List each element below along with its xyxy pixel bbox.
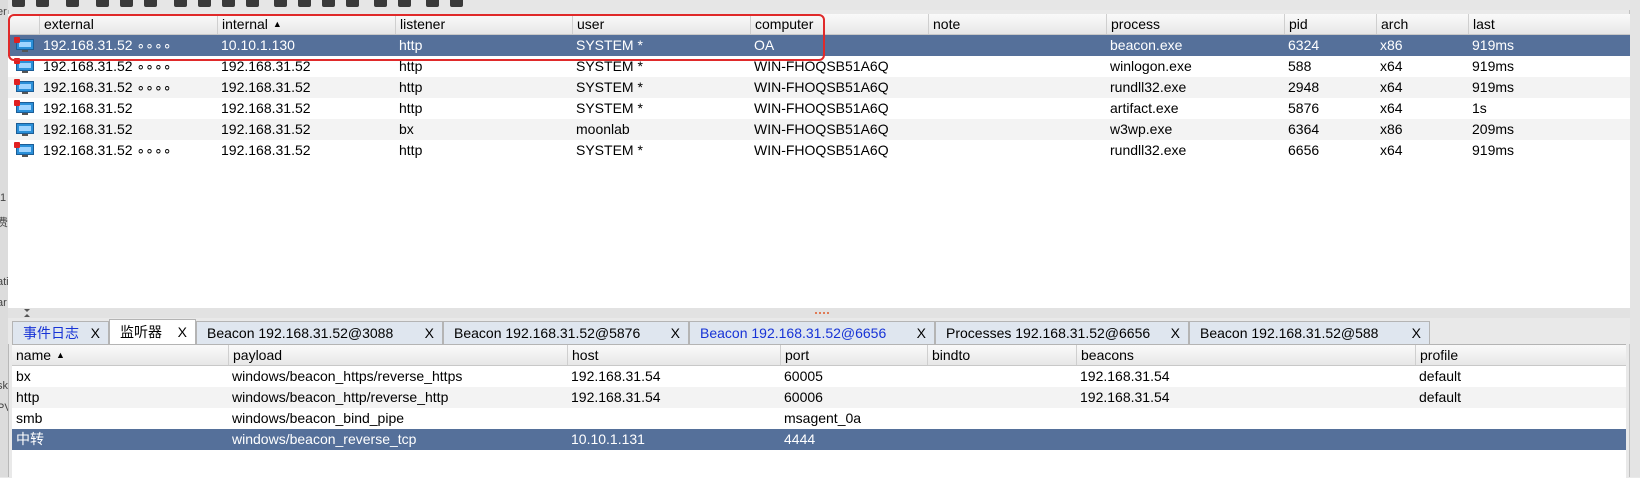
session-row[interactable]: 192.168.31.52 ∘∘∘∘ 10.10.1.130 http SYST… — [8, 35, 1630, 56]
close-icon[interactable]: X — [917, 322, 926, 345]
header-host[interactable]: host — [567, 345, 780, 365]
session-row[interactable]: 192.168.31.52 ∘∘∘∘ 192.168.31.52 http SY… — [8, 140, 1630, 161]
listener-row[interactable]: 中转 windows/beacon_reverse_tcp 10.10.1.13… — [12, 429, 1626, 450]
right-scrollbar[interactable] — [1629, 0, 1640, 477]
collapse-arrows-icon[interactable] — [22, 308, 52, 318]
listeners-header: name ▲ payload host port bindto beacons p… — [12, 345, 1626, 366]
header-bindto[interactable]: bindto — [927, 345, 1076, 365]
folder-icon[interactable] — [398, 0, 411, 7]
session-row[interactable]: 192.168.31.52 ∘∘∘∘ 192.168.31.52 http SY… — [8, 77, 1630, 98]
windows-beacon-icon — [14, 142, 34, 157]
tab-listeners[interactable]: 监听器 X — [109, 319, 196, 344]
header-process[interactable]: process — [1106, 14, 1284, 34]
header-computer[interactable]: computer — [750, 14, 928, 34]
pivot-graph-icon[interactable] — [96, 0, 109, 7]
header-listener[interactable]: listener — [395, 14, 572, 34]
windows-beacon-icon — [14, 58, 34, 73]
pane-splitter[interactable] — [8, 308, 1630, 318]
disconnect-icon[interactable] — [36, 0, 49, 7]
header-name[interactable]: name ▲ — [12, 345, 228, 365]
close-icon[interactable]: X — [1412, 322, 1421, 345]
windows-beacon-icon — [16, 123, 34, 136]
header-payload[interactable]: payload — [228, 345, 567, 365]
credentials-icon[interactable] — [174, 0, 187, 7]
coffee-icon[interactable] — [298, 0, 311, 7]
header-port[interactable]: port — [780, 345, 927, 365]
tab-beacon-588[interactable]: Beacon 192.168.31.52@588 X — [1189, 321, 1430, 344]
settings-icon[interactable] — [274, 0, 287, 7]
header-profile[interactable]: profile — [1415, 345, 1626, 365]
session-row[interactable]: 192.168.31.52 192.168.31.52 bx moonlab W… — [8, 119, 1630, 140]
close-icon[interactable]: X — [425, 322, 434, 345]
tab-beacon-3088[interactable]: Beacon 192.168.31.52@3088 X — [196, 321, 443, 344]
connect-icon[interactable] — [12, 0, 25, 7]
book-icon[interactable] — [426, 0, 439, 7]
tab-bar: 事件日志 X 监听器 X Beacon 192.168.31.52@3088 X Be… — [8, 318, 1630, 344]
header-user[interactable]: user — [572, 14, 750, 34]
splitter-grip-icon — [815, 312, 829, 314]
script-icon[interactable] — [322, 0, 335, 7]
header-last[interactable]: last — [1468, 14, 1630, 34]
session-table-icon[interactable] — [120, 0, 133, 7]
link-icon[interactable] — [374, 0, 387, 7]
sort-ascending-icon: ▲ — [272, 19, 282, 29]
windows-beacon-icon — [14, 37, 34, 52]
windows-beacon-icon — [14, 79, 34, 94]
windows-beacon-icon — [14, 100, 34, 115]
header-icon-column[interactable] — [8, 14, 39, 34]
keystroke-icon[interactable] — [222, 0, 235, 7]
sessions-header: external internal ▲ listener user compute… — [8, 14, 1630, 35]
session-row[interactable]: 192.168.31.52 192.168.31.52 http SYSTEM … — [8, 98, 1630, 119]
toolbar — [8, 0, 1630, 10]
listener-row[interactable]: smb windows/beacon_bind_pipe msagent_0a — [12, 408, 1626, 429]
download-icon[interactable] — [198, 0, 211, 7]
header-beacons[interactable]: beacons — [1076, 345, 1415, 365]
close-icon[interactable]: X — [1171, 322, 1180, 345]
tab-processes-6656[interactable]: Processes 192.168.31.52@6656 X — [935, 321, 1189, 344]
tab-beacon-6656[interactable]: Beacon 192.168.31.52@6656 X — [689, 321, 935, 344]
tab-event-log[interactable]: 事件日志 X — [12, 321, 109, 344]
headphones-icon[interactable] — [66, 0, 79, 7]
cube-icon[interactable] — [450, 0, 463, 7]
session-row[interactable]: 192.168.31.52 ∘∘∘∘ 192.168.31.52 http SY… — [8, 56, 1630, 77]
listener-row[interactable]: http windows/beacon_http/reverse_http 19… — [12, 387, 1626, 408]
close-icon[interactable]: X — [671, 322, 680, 345]
header-internal[interactable]: internal ▲ — [217, 14, 395, 34]
sort-ascending-icon: ▲ — [56, 350, 65, 360]
header-pid[interactable]: pid — [1284, 14, 1376, 34]
header-arch[interactable]: arch — [1376, 14, 1468, 34]
listener-row[interactable]: bx windows/beacon_https/reverse_https 19… — [12, 366, 1626, 387]
tab-beacon-5876[interactable]: Beacon 192.168.31.52@5876 X — [443, 321, 689, 344]
console-icon[interactable] — [346, 0, 359, 7]
target-icon[interactable] — [144, 0, 157, 7]
header-note[interactable]: note — [928, 14, 1106, 34]
close-icon[interactable]: X — [91, 322, 100, 345]
screenshot-icon[interactable] — [246, 0, 259, 7]
header-external[interactable]: external — [39, 14, 217, 34]
listeners-table: name ▲ payload host port bindto beacons p… — [12, 344, 1626, 478]
sessions-table: external internal ▲ listener user compute… — [8, 14, 1630, 308]
close-icon[interactable]: X — [178, 320, 187, 345]
